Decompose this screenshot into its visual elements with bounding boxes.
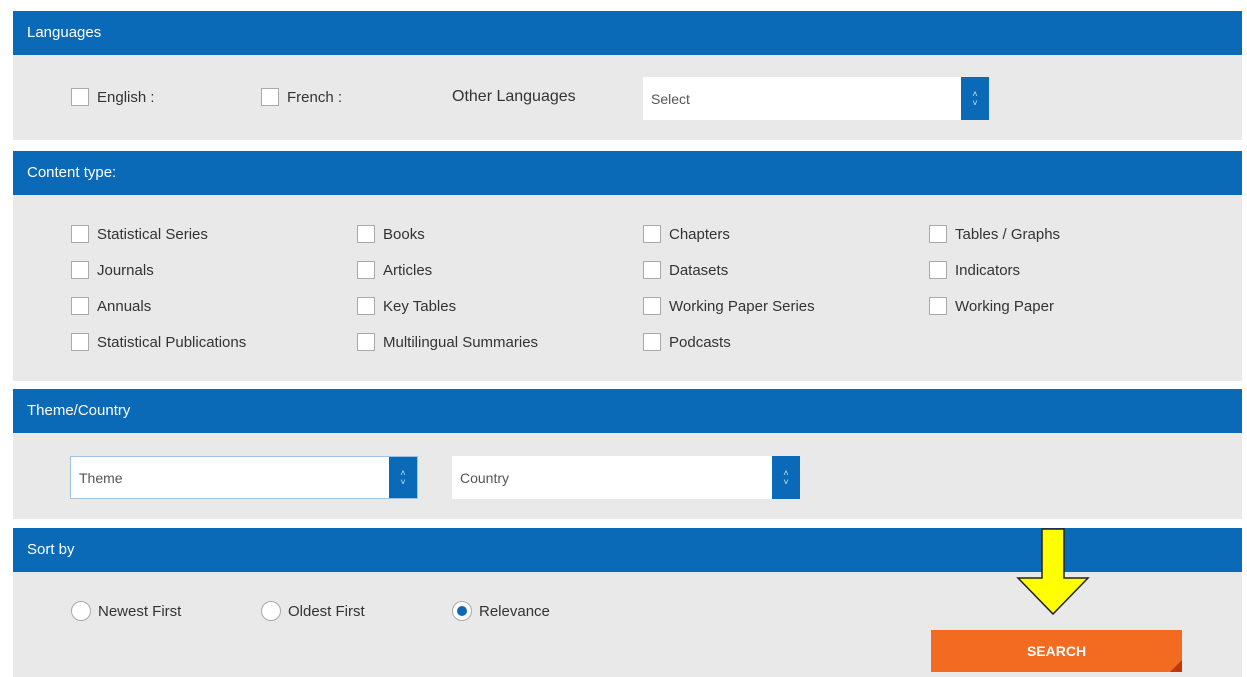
content-type-panel: Statistical Series Books Chapters Tables…	[13, 195, 1242, 381]
content-type-label: Key Tables	[383, 297, 457, 315]
content-type-label: Chapters	[669, 225, 730, 243]
languages-header: Languages	[13, 11, 1242, 55]
select-chevron-icon[interactable]: ˄ ˅	[772, 456, 800, 499]
checkbox[interactable]	[643, 225, 661, 243]
down-arrow-icon	[1016, 528, 1090, 616]
content-type-item[interactable]: Podcasts	[643, 333, 731, 351]
radio-button[interactable]	[71, 601, 91, 621]
theme-select-value: Theme	[79, 469, 123, 486]
content-type-item[interactable]: Statistical Series	[71, 225, 208, 243]
select-chevron-icon[interactable]: ˄ ˅	[389, 457, 417, 498]
content-type-item[interactable]: Key Tables	[357, 297, 456, 315]
checkbox[interactable]	[929, 261, 947, 279]
content-type-header: Content type:	[13, 151, 1242, 195]
other-languages-label: Other Languages	[452, 88, 576, 105]
search-button-label: SEARCH	[1026, 643, 1087, 659]
content-type-label: Datasets	[669, 261, 729, 279]
theme-country-header: Theme/Country	[13, 389, 1242, 433]
checkbox[interactable]	[357, 297, 375, 315]
checkbox[interactable]	[71, 333, 89, 351]
sort-oldest-option[interactable]: Oldest First	[261, 601, 365, 621]
radio-button[interactable]	[261, 601, 281, 621]
content-type-label: Statistical Publications	[97, 333, 247, 351]
languages-section: Languages English : French : Other Langu…	[13, 11, 1242, 140]
sort-option-label: Oldest First	[288, 602, 365, 620]
checkbox[interactable]	[929, 297, 947, 315]
other-languages-select-value: Select	[651, 90, 690, 107]
content-type-item[interactable]: Multilingual Summaries	[357, 333, 538, 351]
checkbox[interactable]	[357, 225, 375, 243]
corner-triangle-icon	[1170, 660, 1182, 672]
english-label: English :	[97, 88, 155, 106]
content-type-item[interactable]: Chapters	[643, 225, 730, 243]
english-checkbox[interactable]	[71, 88, 89, 106]
sort-option-label: Relevance	[479, 602, 550, 620]
search-button[interactable]: SEARCH	[931, 630, 1182, 672]
checkbox[interactable]	[71, 261, 89, 279]
checkbox[interactable]	[357, 333, 375, 351]
content-type-section: Content type: Statistical Series Books C…	[13, 151, 1242, 381]
content-type-label: Working Paper Series	[669, 297, 815, 315]
sort-newest-option[interactable]: Newest First	[71, 601, 181, 621]
content-type-label: Podcasts	[669, 333, 731, 351]
content-type-item[interactable]: Tables / Graphs	[929, 225, 1060, 243]
checkbox[interactable]	[643, 297, 661, 315]
country-select-value: Country	[460, 469, 510, 486]
sort-option-label: Newest First	[98, 602, 182, 620]
checkbox[interactable]	[71, 225, 89, 243]
country-select[interactable]: Country ˄ ˅	[452, 456, 800, 499]
content-type-label: Articles	[383, 261, 433, 279]
content-type-item[interactable]: Books	[357, 225, 425, 243]
theme-country-section: Theme/Country Theme ˄ ˅ Country ˄ ˅	[13, 389, 1242, 519]
checkbox[interactable]	[643, 333, 661, 351]
english-option[interactable]: English :	[71, 88, 155, 106]
other-languages-select[interactable]: Select ˄ ˅	[643, 77, 989, 120]
theme-select[interactable]: Theme ˄ ˅	[70, 456, 418, 499]
french-checkbox[interactable]	[261, 88, 279, 106]
content-type-item[interactable]: Journals	[71, 261, 154, 279]
sort-relevance-option[interactable]: Relevance	[452, 601, 550, 621]
content-type-label: Working Paper	[955, 297, 1054, 315]
checkbox[interactable]	[643, 261, 661, 279]
content-type-label: Books	[383, 225, 425, 243]
content-type-label: Tables / Graphs	[955, 225, 1061, 243]
content-type-item[interactable]: Working Paper Series	[643, 297, 815, 315]
select-chevron-icon[interactable]: ˄ ˅	[961, 77, 989, 120]
content-type-item[interactable]: Datasets	[643, 261, 728, 279]
checkbox[interactable]	[357, 261, 375, 279]
content-type-label: Annuals	[97, 297, 152, 315]
content-type-label: Statistical Series	[97, 225, 208, 243]
checkbox[interactable]	[71, 297, 89, 315]
theme-country-panel: Theme ˄ ˅ Country ˄ ˅	[13, 433, 1242, 519]
radio-button-selected[interactable]	[452, 601, 472, 621]
content-type-item[interactable]: Working Paper	[929, 297, 1054, 315]
content-type-label: Indicators	[955, 261, 1021, 279]
french-label: French :	[287, 88, 343, 106]
content-type-item[interactable]: Statistical Publications	[71, 333, 246, 351]
content-type-item[interactable]: Annuals	[71, 297, 151, 315]
content-type-item[interactable]: Indicators	[929, 261, 1020, 279]
content-type-label: Multilingual Summaries	[383, 333, 539, 351]
languages-panel: English : French : Other Languages Selec…	[13, 55, 1242, 140]
checkbox[interactable]	[929, 225, 947, 243]
content-type-label: Journals	[97, 261, 154, 279]
french-option[interactable]: French :	[261, 88, 342, 106]
content-type-item[interactable]: Articles	[357, 261, 432, 279]
